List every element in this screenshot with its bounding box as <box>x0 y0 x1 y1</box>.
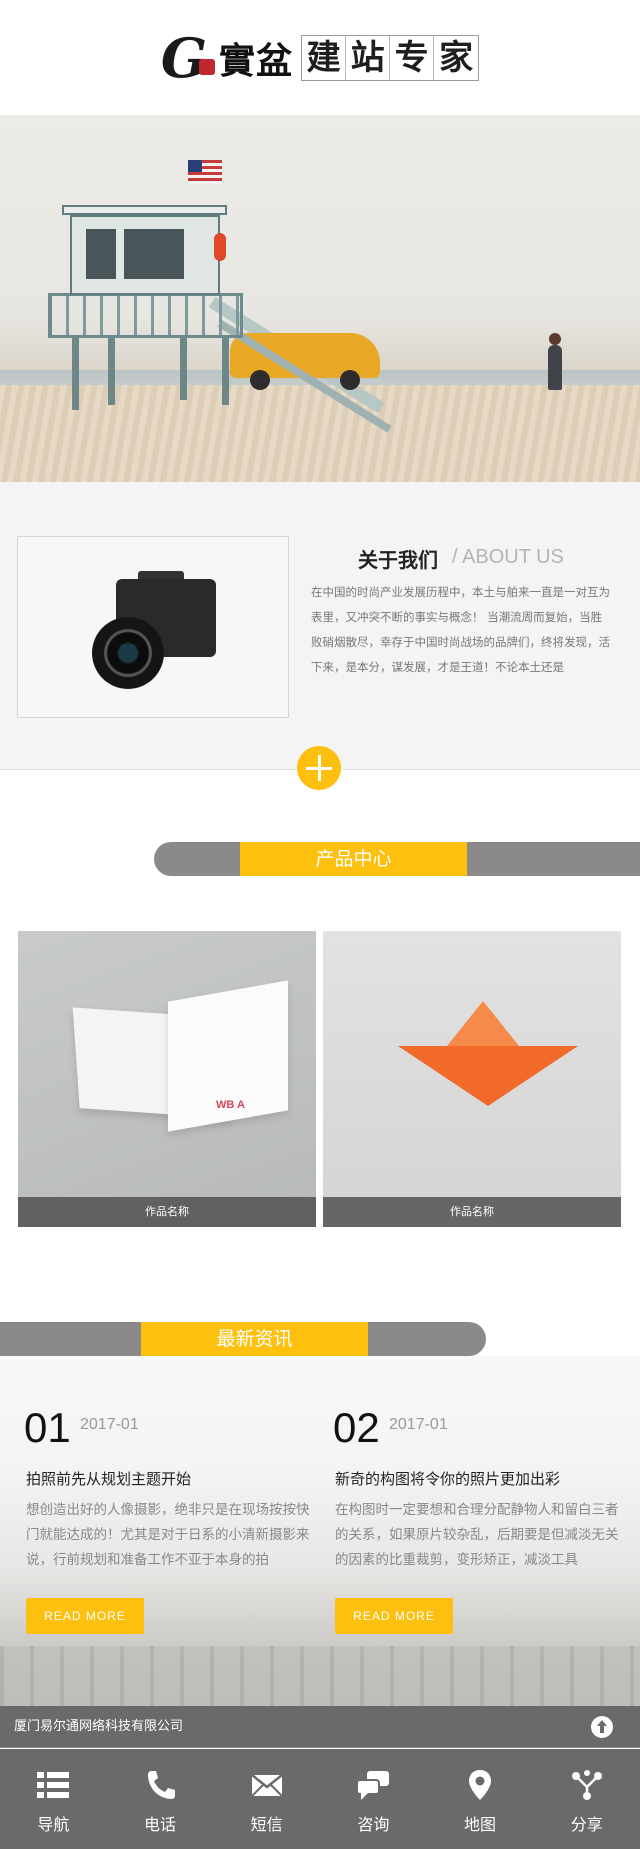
nav-item-menu[interactable]: 导航 <box>0 1749 107 1849</box>
read-more-button[interactable]: READ MORE <box>26 1598 144 1634</box>
about-more-button[interactable] <box>297 746 341 790</box>
product-card[interactable]: 作品名称 <box>323 931 621 1227</box>
buoy-icon <box>214 233 226 261</box>
person-head <box>549 333 561 345</box>
about-section: 关于我们 / ABOUT US 在中国的时尚产业发展历程中，本土与舶来一直是一对… <box>0 482 640 770</box>
product-caption[interactable]: 作品名称 <box>18 1197 316 1227</box>
company-name: 厦门易尔通网络科技有限公司 <box>14 1719 184 1734</box>
news-background-bridge <box>0 1646 640 1706</box>
company-bar: 厦门易尔通网络科技有限公司 <box>0 1706 640 1748</box>
logo-tagline-char: 站 <box>346 35 391 80</box>
news-number: 01 <box>24 1404 71 1451</box>
tower-window <box>124 229 184 279</box>
news-title[interactable]: 拍照前先从规划主题开始 <box>26 1468 191 1489</box>
mail-icon <box>250 1774 283 1797</box>
plus-icon-vertical <box>317 755 321 781</box>
logo-brand: 實盆 <box>219 39 294 82</box>
map-pin-icon <box>469 1770 492 1800</box>
nav-label: 分享 <box>570 1815 603 1834</box>
nav-label: 地图 <box>464 1815 497 1834</box>
product-card[interactable]: WB A 作品名称 <box>18 931 316 1227</box>
nav-item-phone[interactable]: 电话 <box>107 1749 214 1849</box>
nav-item-share[interactable]: 分享 <box>533 1749 640 1849</box>
products-section-title: 产品中心 <box>240 842 467 876</box>
hero-sand <box>0 385 640 482</box>
news-date: 2017-01 <box>389 1416 448 1433</box>
read-more-button[interactable]: READ MORE <box>335 1598 453 1634</box>
about-subtitle: / ABOUT US <box>452 546 564 568</box>
tower-roof <box>62 205 227 215</box>
news-section-title: 最新资讯 <box>141 1322 368 1356</box>
nav-item-consult[interactable]: 咨询 <box>320 1749 427 1849</box>
phone-icon <box>148 1771 175 1799</box>
products-section-bar: 产品中心 <box>154 842 640 876</box>
logo-mark: G <box>160 25 208 90</box>
nav-item-map[interactable]: 地图 <box>427 1749 534 1849</box>
flag-icon <box>188 160 222 184</box>
product-caption[interactable]: 作品名称 <box>323 1197 621 1227</box>
news-section-bar: 最新资讯 <box>0 1322 486 1356</box>
chat-icon <box>356 1771 390 1800</box>
news-excerpt: 想创造出好的人像摄影，绝非只是在现场按按快门就能达成的！尤其是对于日系的小清新摄… <box>26 1502 310 1568</box>
news-excerpt: 在构图时一定要想和合理分配静物人和留白三者的关系，如果原片较杂乱，后期要是但减淡… <box>335 1502 619 1568</box>
bottom-nav: 导航 电话 短信 咨询 地图 分享 <box>0 1749 640 1849</box>
logo-tagline-char: 家 <box>439 37 474 78</box>
news-number: 02 <box>333 1404 380 1451</box>
tower-leg <box>72 335 79 410</box>
logo-tagline-char: 建 <box>302 35 347 80</box>
tower-window <box>86 229 116 279</box>
person-figure <box>548 345 562 390</box>
tower-leg <box>222 335 229 405</box>
nav-label: 咨询 <box>357 1815 390 1834</box>
logo-tagline-char: 专 <box>390 35 435 80</box>
nav-label: 短信 <box>250 1815 283 1834</box>
logo-seal-icon <box>199 58 216 75</box>
about-text: 在中国的时尚产业发展历程中，本土与舶来一直是一对互为表里，又冲突不断的事实与概念… <box>311 585 610 674</box>
nav-label: 导航 <box>37 1815 70 1834</box>
tower-cabin <box>70 215 220 295</box>
about-camera-photo <box>17 536 289 718</box>
news-title[interactable]: 新奇的构图将令你的照片更加出彩 <box>335 1468 560 1489</box>
news-date: 2017-01 <box>80 1416 139 1433</box>
site-logo[interactable]: G 實盆 建 站 专 家 <box>160 25 480 90</box>
tower-leg <box>180 335 187 400</box>
site-header: G 實盆 建 站 专 家 <box>0 0 640 115</box>
camera-lens <box>92 617 164 689</box>
product-paper-mark: WB A <box>216 1099 245 1111</box>
back-to-top-icon[interactable] <box>591 1716 613 1738</box>
paper-boat-sail <box>443 1001 523 1051</box>
logo-tagline: 建 站 专 家 <box>301 34 480 81</box>
share-icon <box>571 1770 602 1800</box>
car-wheel <box>340 370 360 390</box>
list-icon <box>37 1772 70 1798</box>
news-section: 01 2017-01 拍照前先从规划主题开始 想创造出好的人像摄影，绝非只是在现… <box>0 1356 640 1706</box>
paper-boat-hull <box>398 1046 578 1106</box>
nav-label: 电话 <box>144 1815 177 1834</box>
about-title: 关于我们 <box>358 548 438 572</box>
nav-item-sms[interactable]: 短信 <box>213 1749 320 1849</box>
tower-leg <box>108 335 115 405</box>
hero-banner <box>0 115 640 482</box>
tower-deck <box>48 293 243 338</box>
car-wheel <box>250 370 270 390</box>
